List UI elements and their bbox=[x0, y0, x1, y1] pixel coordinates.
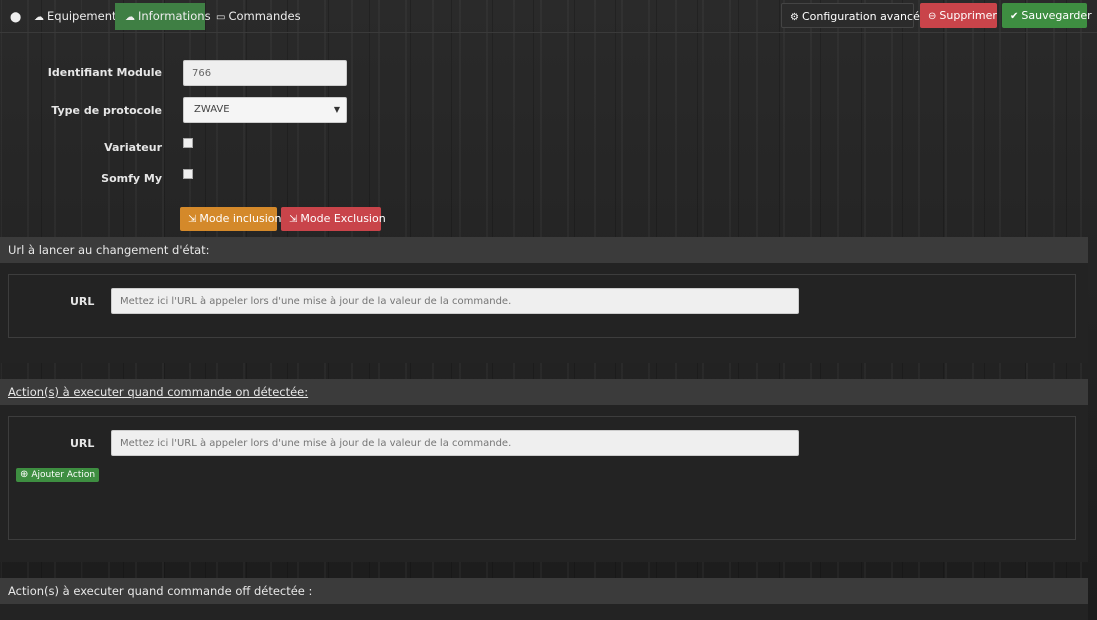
tab-label: Equipement bbox=[47, 9, 117, 23]
cogs-icon: ⚙ bbox=[790, 12, 799, 23]
tab-label: Informations bbox=[138, 9, 211, 23]
save-label: Sauvegarder bbox=[1021, 9, 1092, 22]
tab-informations[interactable]: ☁ Informations bbox=[115, 3, 211, 30]
tab-equipement[interactable]: ☁ Equipement bbox=[24, 3, 127, 30]
actions-on-section-body: URL ⊕Ajouter Action bbox=[0, 405, 1088, 562]
somfy-checkbox[interactable] bbox=[183, 169, 193, 179]
sign-in-icon: ⇲ bbox=[188, 214, 197, 225]
protocol-value: ZWAVE bbox=[194, 104, 230, 115]
actions-on-url-input[interactable] bbox=[111, 430, 799, 456]
add-action-label: Ajouter Action bbox=[31, 470, 96, 480]
tab-label: Commandes bbox=[228, 9, 301, 23]
minus-circle-icon: ⊖ bbox=[928, 11, 937, 22]
url-change-title-text: Url à lancer au changement d'état: bbox=[8, 243, 210, 257]
advanced-config-button[interactable]: ⚙ Configuration avancée bbox=[781, 3, 927, 28]
url-change-section-title: Url à lancer au changement d'état: bbox=[0, 237, 1088, 263]
add-action-button[interactable]: ⊕ Ajouter Action bbox=[16, 468, 100, 482]
check-circle-icon: ✔ bbox=[1010, 11, 1019, 22]
url-change-fieldset: URL bbox=[8, 274, 1076, 338]
protocol-select[interactable]: ZWAVE ▼ bbox=[183, 97, 347, 123]
actions-off-section-title: Action(s) à executer quand commande off … bbox=[0, 578, 1088, 604]
advanced-config-label: Configuration avancée bbox=[801, 10, 927, 23]
sign-out-icon: ⇲ bbox=[289, 214, 298, 225]
tab-commandes[interactable]: ▭ Commandes bbox=[206, 3, 311, 30]
save-button[interactable]: ✔ Sauvegarder bbox=[1002, 3, 1092, 28]
inclusion-label: Mode inclusion bbox=[199, 212, 282, 225]
actions-on-title-text: Action(s) à executer quand commande on d… bbox=[8, 385, 309, 399]
list-icon: ▭ bbox=[216, 12, 226, 23]
somfy-label: Somfy My bbox=[101, 172, 162, 185]
actions-on-section-title: Action(s) à executer quand commande on d… bbox=[0, 379, 1088, 405]
exclusion-mode-button[interactable]: ⇲ Mode Exclusion bbox=[281, 207, 386, 231]
inclusion-mode-button[interactable]: ⇲ Mode inclusion bbox=[180, 207, 281, 231]
protocol-label: Type de protocole bbox=[51, 104, 162, 117]
module-id-input[interactable] bbox=[183, 60, 347, 86]
exclusion-label: Mode Exclusion bbox=[300, 212, 386, 225]
actions-off-title-text: Action(s) à executer quand commande off … bbox=[8, 584, 313, 598]
delete-label: Supprimer bbox=[939, 9, 997, 22]
actions-on-url-label: URL bbox=[70, 437, 95, 450]
url-change-url-input[interactable] bbox=[111, 288, 799, 314]
variateur-checkbox[interactable] bbox=[183, 138, 193, 148]
circle-arrow-icon: ⬤ bbox=[10, 12, 22, 23]
actions-on-fieldset: URL ⊕Ajouter Action bbox=[8, 416, 1076, 540]
variateur-label: Variateur bbox=[104, 141, 162, 154]
top-bar: ⬤ ☁ Equipement ☁ Informations ▭ Commandes ⚙… bbox=[0, 0, 1097, 33]
url-change-section-body: URL bbox=[0, 263, 1088, 363]
module-id-label: Identifiant Module bbox=[47, 66, 162, 79]
plus-circle-icon: ⊕ bbox=[20, 469, 29, 480]
tachometer-icon: ☁ bbox=[34, 12, 44, 23]
url-change-url-label: URL bbox=[70, 295, 95, 308]
tachometer-icon: ☁ bbox=[125, 12, 135, 23]
caret-down-icon: ▼ bbox=[333, 105, 340, 114]
actions-off-section-body bbox=[0, 604, 1088, 620]
delete-button[interactable]: ⊖ Supprimer bbox=[920, 3, 997, 28]
